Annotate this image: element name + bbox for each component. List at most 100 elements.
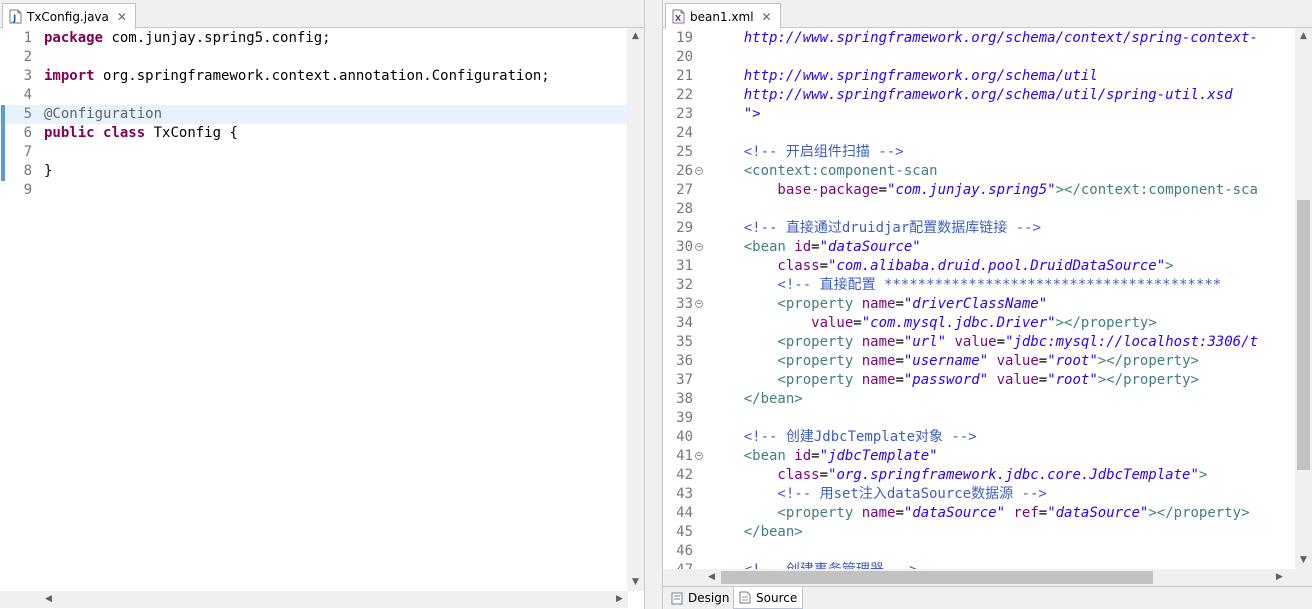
scrollbar-thumb[interactable] bbox=[1297, 200, 1310, 470]
code-line[interactable]: 1 package com.junjay.spring5.config; bbox=[0, 29, 627, 48]
code-line[interactable]: 3 import org.springframework.context.anno… bbox=[0, 67, 627, 86]
code-line[interactable]: 33− <property name="driverClassName" bbox=[663, 295, 1295, 314]
code-token: <property bbox=[710, 296, 862, 312]
code-line[interactable]: 40 <!-- 创建JdbcTemplate对象 --> bbox=[663, 428, 1295, 447]
code-token: base-package bbox=[710, 182, 879, 198]
code-token: = bbox=[811, 448, 820, 464]
code-line[interactable]: 5 @Configuration bbox=[0, 105, 627, 124]
code-line[interactable]: 27 base-package="com.junjay.spring5"></c… bbox=[663, 181, 1295, 200]
code-token: name bbox=[861, 353, 896, 369]
scrollbar-thumb[interactable] bbox=[721, 571, 1153, 584]
code-line[interactable]: 24 bbox=[663, 124, 1295, 143]
line-number: 44 bbox=[676, 505, 693, 521]
line-number: 6 bbox=[23, 125, 32, 141]
code-token: = bbox=[895, 505, 904, 521]
code-line[interactable]: 9 bbox=[0, 181, 627, 200]
right-horizontal-scrollbar[interactable]: ◀ ▶ bbox=[663, 569, 1312, 586]
tab-txconfig-java[interactable]: J TxConfig.java ✕ bbox=[2, 3, 136, 29]
code-line[interactable]: 43 <!-- 用set注入dataSource数据源 --> bbox=[663, 485, 1295, 504]
code-token: = bbox=[996, 334, 1006, 350]
tab-bean1-xml[interactable]: X bean1.xml ✕ bbox=[665, 3, 781, 29]
code-line[interactable]: 8} bbox=[0, 162, 627, 181]
change-marker bbox=[1, 143, 5, 162]
source-icon bbox=[739, 591, 751, 604]
code-token: org.springframework.context.annotation.C… bbox=[94, 68, 550, 84]
line-number: 37 bbox=[676, 372, 693, 388]
left-vertical-scrollbar[interactable]: ▲ ▼ bbox=[627, 28, 644, 591]
fold-toggle-icon[interactable]: − bbox=[695, 243, 703, 251]
code-token: ></property> bbox=[1097, 353, 1199, 369]
code-line[interactable]: 39 bbox=[663, 409, 1295, 428]
code-line[interactable]: 36 <property name="username" value="root… bbox=[663, 352, 1295, 371]
code-token: name bbox=[861, 296, 896, 312]
scroll-right-icon[interactable]: ▶ bbox=[611, 591, 628, 608]
close-icon[interactable]: ✕ bbox=[117, 10, 127, 24]
code-line[interactable]: 30− <bean id="dataSource" bbox=[663, 238, 1295, 257]
code-token: value bbox=[710, 315, 854, 331]
code-token: "org.springframework.jdbc.core.JdbcTempl… bbox=[828, 467, 1199, 483]
code-line[interactable]: 35 <property name="url" value="jdbc:mysq… bbox=[663, 333, 1295, 352]
scroll-up-icon[interactable]: ▲ bbox=[627, 28, 644, 45]
code-line[interactable]: 7 bbox=[0, 143, 627, 162]
code-line[interactable]: 31 class="com.alibaba.druid.pool.DruidDa… bbox=[663, 257, 1295, 276]
line-number: 26 bbox=[676, 163, 693, 179]
java-code-area[interactable]: 1 package com.junjay.spring5.config; 2 3 imp… bbox=[0, 28, 627, 591]
scroll-left-icon[interactable]: ◀ bbox=[703, 569, 720, 586]
code-token: <!-- 创建事务管理器 --> bbox=[710, 562, 918, 569]
editor-sash[interactable] bbox=[645, 0, 662, 609]
code-text: http://www.springframework.org/schema/ut… bbox=[710, 86, 1233, 105]
code-line[interactable]: 44 <property name="dataSource" ref="data… bbox=[663, 504, 1295, 523]
line-number: 5 bbox=[23, 106, 32, 122]
code-line[interactable]: 25 <!-- 开启组件扫描 --> bbox=[663, 143, 1295, 162]
code-text: </bean> bbox=[710, 523, 803, 542]
left-tabbar: J TxConfig.java ✕ bbox=[0, 0, 644, 29]
code-line[interactable]: 21 http://www.springframework.org/schema… bbox=[663, 67, 1295, 86]
scroll-up-icon[interactable]: ▲ bbox=[1295, 28, 1312, 45]
xml-code-area[interactable]: 19 http://www.springframework.org/schema… bbox=[663, 28, 1295, 569]
code-token: = bbox=[878, 182, 888, 198]
scroll-down-icon[interactable]: ▼ bbox=[1295, 552, 1312, 569]
code-token: > bbox=[1198, 467, 1208, 483]
code-line[interactable]: 23 "> bbox=[663, 105, 1295, 124]
code-text: http://www.springframework.org/schema/co… bbox=[710, 29, 1258, 48]
fold-toggle-icon[interactable]: − bbox=[695, 300, 703, 308]
tab-design[interactable]: Design bbox=[666, 587, 734, 609]
line-number: 42 bbox=[676, 467, 693, 483]
code-line[interactable]: 38 </bean> bbox=[663, 390, 1295, 409]
left-horizontal-scrollbar[interactable]: ◀ ▶ bbox=[0, 591, 628, 608]
scroll-left-icon[interactable]: ◀ bbox=[40, 591, 57, 608]
line-number: 32 bbox=[676, 277, 693, 293]
code-line[interactable]: 47 <!-- 创建事务管理器 --> bbox=[663, 561, 1295, 569]
code-line[interactable]: 29 <!-- 直接通过druidjar配置数据库链接 --> bbox=[663, 219, 1295, 238]
code-line[interactable]: 20 bbox=[663, 48, 1295, 67]
code-line[interactable]: 4 bbox=[0, 86, 627, 105]
code-text: <!-- 直接配置 ******************************… bbox=[710, 276, 1221, 295]
scroll-right-icon[interactable]: ▶ bbox=[1271, 569, 1288, 586]
code-line[interactable]: 19 http://www.springframework.org/schema… bbox=[663, 29, 1295, 48]
code-line[interactable]: 42 class="org.springframework.jdbc.core.… bbox=[663, 466, 1295, 485]
code-token: ></context:component-sca bbox=[1055, 182, 1258, 198]
code-token: class bbox=[103, 125, 146, 141]
code-line[interactable]: 45 </bean> bbox=[663, 523, 1295, 542]
fold-toggle-icon[interactable]: − bbox=[695, 452, 703, 460]
code-line[interactable]: 28 bbox=[663, 200, 1295, 219]
code-line[interactable]: 34 value="com.mysql.jdbc.Driver"></prope… bbox=[663, 314, 1295, 333]
close-icon[interactable]: ✕ bbox=[762, 10, 772, 24]
code-line[interactable]: 6 public class TxConfig { bbox=[0, 124, 627, 143]
code-line[interactable]: 41− <bean id="jdbcTemplate" bbox=[663, 447, 1295, 466]
fold-toggle-icon[interactable]: − bbox=[695, 167, 703, 175]
code-token: "jdbcTemplate" bbox=[819, 448, 938, 464]
tab-source[interactable]: Source bbox=[733, 587, 804, 609]
code-text: <property name="url" value="jdbc:mysql:/… bbox=[710, 333, 1258, 352]
code-line[interactable]: 46 bbox=[663, 542, 1295, 561]
code-line[interactable]: 37 <property name="password" value="root… bbox=[663, 371, 1295, 390]
line-number: 28 bbox=[676, 201, 693, 217]
code-token: <!-- 直接通过druidjar配置数据库链接 --> bbox=[710, 220, 1042, 236]
code-line[interactable]: 2 bbox=[0, 48, 627, 67]
code-line[interactable]: 26− <context:component-scan bbox=[663, 162, 1295, 181]
scroll-down-icon[interactable]: ▼ bbox=[627, 574, 644, 591]
code-line[interactable]: 32 <!-- 直接配置 ***************************… bbox=[663, 276, 1295, 295]
code-token: "driverClassName" bbox=[903, 296, 1048, 312]
code-line[interactable]: 22 http://www.springframework.org/schema… bbox=[663, 86, 1295, 105]
right-vertical-scrollbar[interactable]: ▲ ▼ bbox=[1295, 28, 1312, 569]
